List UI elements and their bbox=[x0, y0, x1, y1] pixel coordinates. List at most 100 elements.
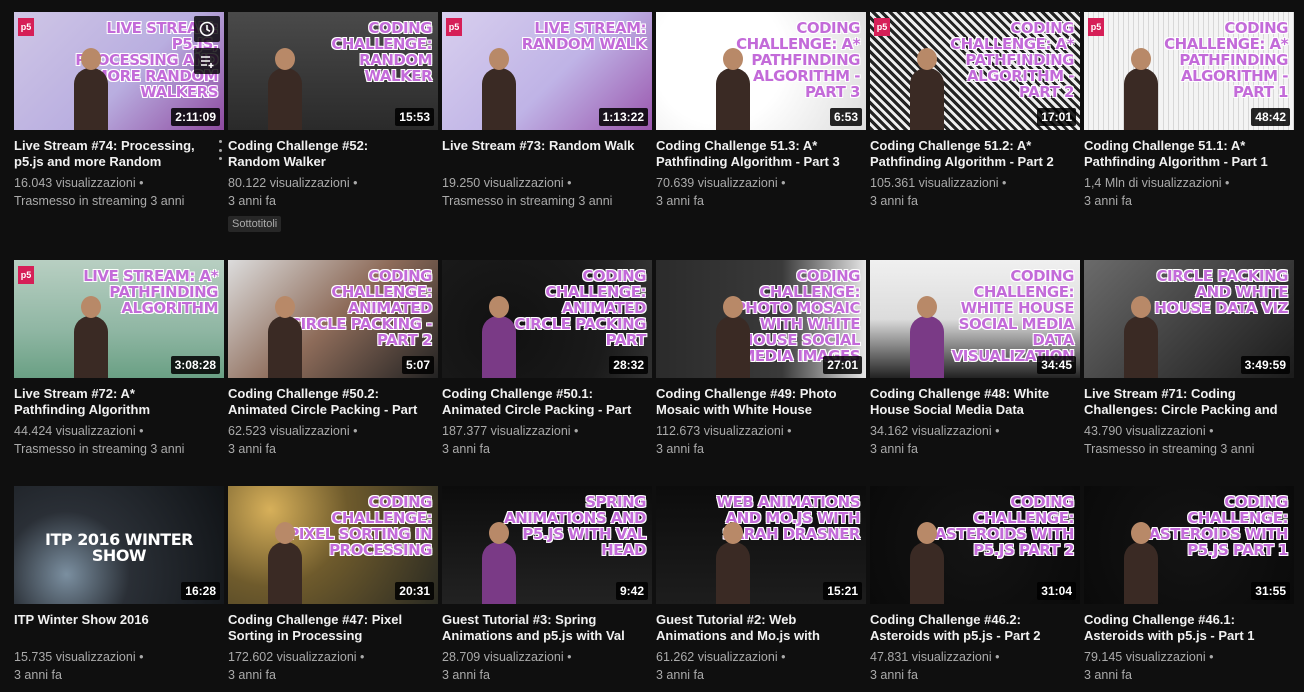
view-count: 187.377 visualizzazioni • bbox=[442, 424, 579, 438]
presenter-figure bbox=[716, 48, 750, 130]
thumbnail-title-text: Coding Challenge: A* pathfinding algorit… bbox=[1164, 19, 1288, 101]
video-title[interactable]: Live Stream #74: Processing, p5.js and m… bbox=[14, 138, 208, 170]
view-count: 61.262 visualizzazioni • bbox=[656, 650, 786, 664]
view-count: 28.709 visualizzazioni • bbox=[442, 650, 572, 664]
video-card[interactable]: Coding Challenge: photo mosaic with whit… bbox=[656, 260, 866, 458]
view-count: 1,4 Mln di visualizzazioni • bbox=[1084, 176, 1230, 190]
video-thumbnail[interactable]: p5 Live stream: A* pathfinding algorithm 3… bbox=[14, 260, 224, 378]
video-card[interactable]: p5 Coding Challenge: A* pathfinding algor… bbox=[1084, 12, 1294, 210]
video-duration: 15:53 bbox=[395, 108, 434, 126]
video-thumbnail[interactable]: Coding challenge: asteroids with p5.js p… bbox=[1084, 486, 1294, 604]
video-duration: 48:42 bbox=[1251, 108, 1290, 126]
video-title[interactable]: Coding Challenge #46.2: Asteroids with p… bbox=[870, 612, 1064, 644]
video-thumbnail[interactable]: Spring animations and p5.js with Val Hea… bbox=[442, 486, 652, 604]
video-title[interactable]: Coding Challenge 51.1: A* Pathfinding Al… bbox=[1084, 138, 1278, 170]
video-card[interactable]: Coding challenge: asteroids with p5.js p… bbox=[870, 486, 1080, 684]
video-duration: 6:53 bbox=[829, 108, 862, 126]
video-title[interactable]: Coding Challenge #48: White House Social… bbox=[870, 386, 1064, 418]
video-thumbnail[interactable]: Coding Challenge: animated circle packin… bbox=[442, 260, 652, 378]
view-count: 34.162 visualizzazioni • bbox=[870, 424, 1000, 438]
video-details: Coding Challenge 51.3: A* Pathfinding Al… bbox=[656, 130, 866, 210]
view-count: 16.043 visualizzazioni • bbox=[14, 176, 144, 190]
video-card[interactable]: p5 Coding Challenge: A* pathfinding algor… bbox=[870, 12, 1080, 210]
queue-icon[interactable] bbox=[194, 48, 220, 74]
video-card[interactable]: Coding Challenge: A* pathfinding algorit… bbox=[656, 12, 866, 210]
upload-age: 3 anni fa bbox=[228, 442, 276, 456]
thumbnail-title-text: ITP 2016 WINTER SHOW bbox=[45, 530, 193, 565]
video-thumbnail[interactable]: Coding Challenge: animated circle packin… bbox=[228, 260, 438, 378]
upload-age: 3 anni fa bbox=[656, 442, 704, 456]
view-count: 80.122 visualizzazioni • bbox=[228, 176, 358, 190]
video-card[interactable]: Circle packing and white house data viz 3… bbox=[1084, 260, 1294, 458]
video-card[interactable]: Spring animations and p5.js with Val Hea… bbox=[442, 486, 652, 684]
video-thumbnail[interactable]: Web animations and mo.js with Sarah Dras… bbox=[656, 486, 866, 604]
video-title[interactable]: Live Stream #71: Coding Challenges: Circ… bbox=[1084, 386, 1278, 418]
video-title[interactable]: Live Stream #72: A* Pathfinding Algorith… bbox=[14, 386, 208, 418]
video-duration: 28:32 bbox=[609, 356, 648, 374]
video-thumbnail[interactable]: p5 Live stream: random walk 1:13:22 bbox=[442, 12, 652, 130]
video-thumbnail[interactable]: Coding Challenge: white house social med… bbox=[870, 260, 1080, 378]
video-title[interactable]: Coding Challenge #46.1: Asteroids with p… bbox=[1084, 612, 1278, 644]
video-thumbnail[interactable]: p5 Coding Challenge: A* pathfinding algor… bbox=[870, 12, 1080, 130]
video-details: Live Stream #73: Random Walk 19.250 visua… bbox=[442, 130, 652, 210]
video-duration: 27:01 bbox=[823, 356, 862, 374]
video-title[interactable]: Guest Tutorial #3: Spring Animations and… bbox=[442, 612, 636, 644]
video-details: Coding Challenge #46.2: Asteroids with p… bbox=[870, 604, 1080, 684]
video-title[interactable]: Guest Tutorial #2: Web Animations and Mo… bbox=[656, 612, 850, 644]
video-card[interactable]: Coding Challenge: animated circle packin… bbox=[228, 260, 438, 458]
video-title[interactable]: Coding Challenge #47: Pixel Sorting in P… bbox=[228, 612, 422, 644]
video-title[interactable]: Coding Challenge #50.1: Animated Circle … bbox=[442, 386, 636, 418]
video-duration: 9:42 bbox=[615, 582, 648, 600]
video-thumbnail[interactable]: Circle packing and white house data viz 3… bbox=[1084, 260, 1294, 378]
video-card[interactable]: p5 Live stream: A* pathfinding algorithm 3… bbox=[14, 260, 224, 458]
presenter-figure bbox=[482, 48, 516, 130]
video-card[interactable]: Coding Challenge: white house social med… bbox=[870, 260, 1080, 458]
presenter-figure bbox=[482, 296, 516, 378]
presenter-figure bbox=[1124, 48, 1158, 130]
thumbnail-title-text: Coding Challenge: Random Walker bbox=[331, 19, 432, 85]
video-details: Coding Challenge #46.1: Asteroids with p… bbox=[1084, 604, 1294, 684]
video-title[interactable]: Coding Challenge #52: Random Walker bbox=[228, 138, 422, 170]
presenter-figure bbox=[716, 296, 750, 378]
video-duration: 1:13:22 bbox=[598, 108, 648, 126]
video-title[interactable]: Coding Challenge 51.3: A* Pathfinding Al… bbox=[656, 138, 850, 170]
video-details: Coding Challenge #50.1: Animated Circle … bbox=[442, 378, 652, 458]
video-details: Guest Tutorial #2: Web Animations and Mo… bbox=[656, 604, 866, 684]
video-title[interactable]: Coding Challenge 51.2: A* Pathfinding Al… bbox=[870, 138, 1064, 170]
clock-icon[interactable] bbox=[194, 16, 220, 42]
presenter-figure bbox=[74, 48, 108, 130]
presenter-figure bbox=[268, 48, 302, 130]
video-thumbnail[interactable]: Coding challenge: pixel sorting in proce… bbox=[228, 486, 438, 604]
video-title[interactable]: ITP Winter Show 2016 bbox=[14, 612, 208, 644]
video-title[interactable]: Coding Challenge #50.2: Animated Circle … bbox=[228, 386, 422, 418]
more-vert-icon[interactable] bbox=[214, 138, 226, 162]
video-details: Guest Tutorial #3: Spring Animations and… bbox=[442, 604, 652, 684]
video-thumbnail[interactable]: Coding challenge: asteroids with p5.js p… bbox=[870, 486, 1080, 604]
video-duration: 2:11:09 bbox=[171, 108, 220, 126]
view-count: 112.673 visualizzazioni • bbox=[656, 424, 792, 438]
presenter-figure bbox=[910, 296, 944, 378]
video-title[interactable]: Coding Challenge #49: Photo Mosaic with … bbox=[656, 386, 850, 418]
video-thumbnail[interactable]: Coding Challenge: Random Walker 15:53 bbox=[228, 12, 438, 130]
video-card[interactable]: Coding Challenge: animated circle packin… bbox=[442, 260, 652, 458]
view-count: 172.602 visualizzazioni • bbox=[228, 650, 365, 664]
thumbnail-title-text: Coding challenge: asteroids with p5.js p… bbox=[934, 493, 1075, 559]
video-card[interactable]: Coding Challenge: Random Walker 15:53 Codi… bbox=[228, 12, 438, 232]
video-thumbnail[interactable]: Coding Challenge: A* pathfinding algorit… bbox=[656, 12, 866, 130]
upload-age: Trasmesso in streaming 3 anni bbox=[442, 194, 613, 208]
video-card[interactable]: Web animations and mo.js with Sarah Dras… bbox=[656, 486, 866, 684]
video-details: Coding Challenge #47: Pixel Sorting in P… bbox=[228, 604, 438, 684]
video-thumbnail[interactable]: p5 Coding Challenge: A* pathfinding algor… bbox=[1084, 12, 1294, 130]
video-thumbnail[interactable]: Coding Challenge: photo mosaic with whit… bbox=[656, 260, 866, 378]
upload-age: 3 anni fa bbox=[1084, 668, 1132, 682]
video-card[interactable]: Coding challenge: pixel sorting in proce… bbox=[228, 486, 438, 684]
video-card[interactable]: p5 Live stream: p5.js, processing and mor… bbox=[14, 12, 224, 210]
video-card[interactable]: Coding challenge: asteroids with p5.js p… bbox=[1084, 486, 1294, 684]
video-thumbnail[interactable]: p5 Live stream: p5.js, processing and mor… bbox=[14, 12, 224, 130]
video-title[interactable]: Live Stream #73: Random Walk bbox=[442, 138, 636, 170]
video-card[interactable]: p5 Live stream: random walk 1:13:22 Live St… bbox=[442, 12, 652, 210]
presenter-figure bbox=[268, 296, 302, 378]
video-card[interactable]: ITP 2016 WINTER SHOW 16:28 ITP Winter Show… bbox=[14, 486, 224, 684]
video-thumbnail[interactable]: ITP 2016 WINTER SHOW 16:28 bbox=[14, 486, 224, 604]
upload-age: Trasmesso in streaming 3 anni bbox=[1084, 442, 1255, 456]
